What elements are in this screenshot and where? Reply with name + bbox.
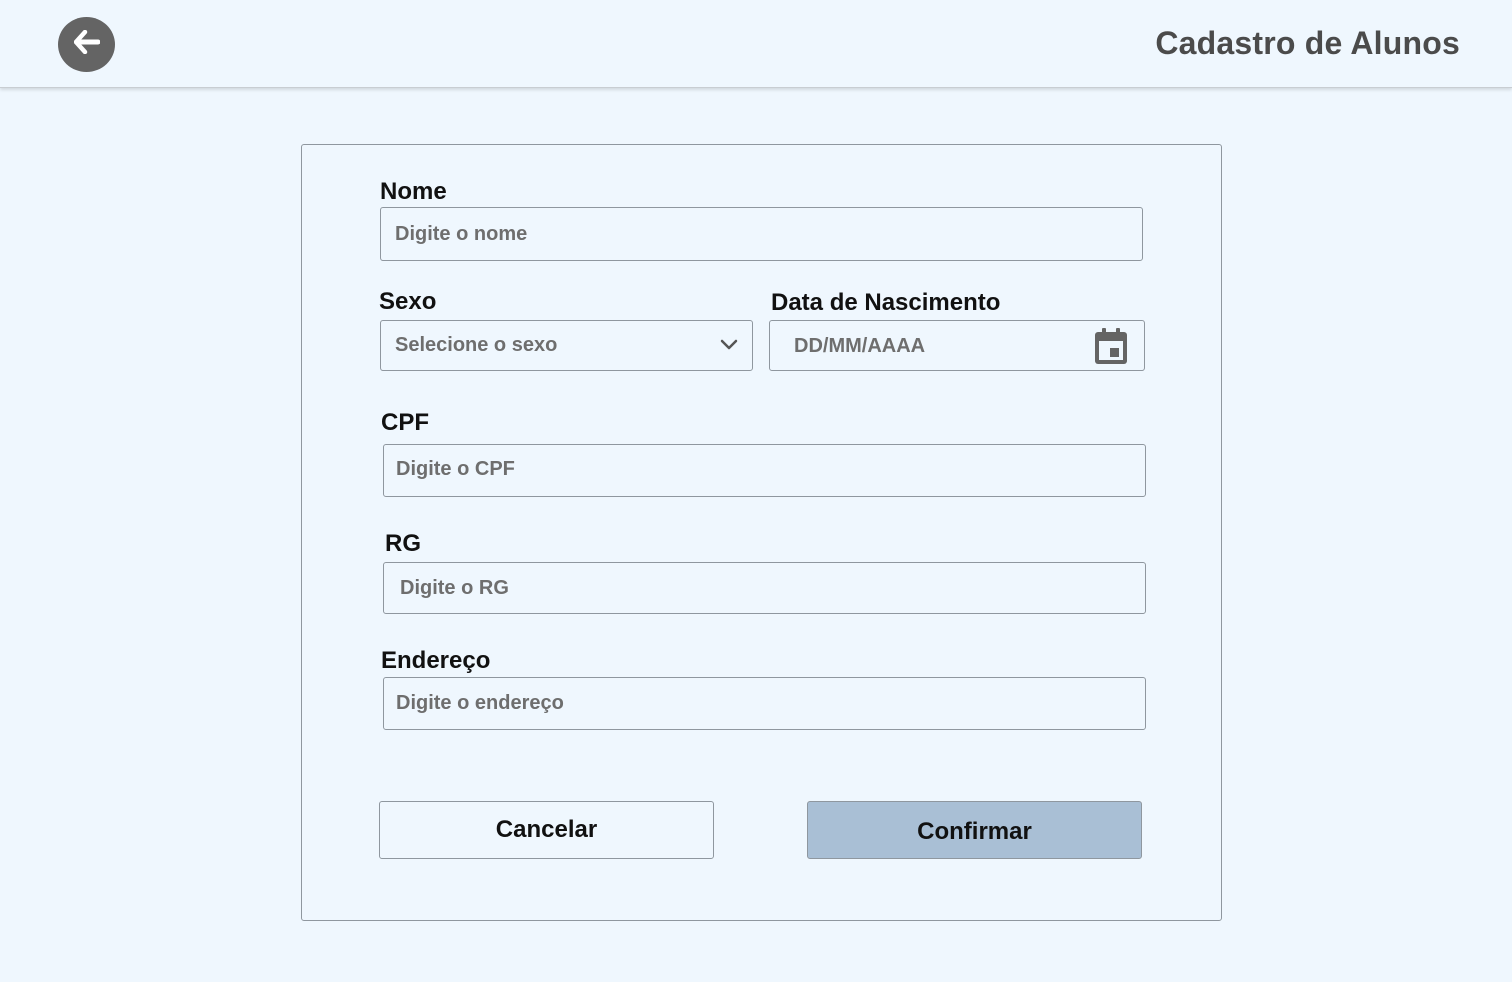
calendar-icon[interactable] xyxy=(1094,327,1128,370)
data-nascimento-label: Data de Nascimento xyxy=(771,289,1001,316)
cancel-button[interactable]: Cancelar xyxy=(379,801,714,859)
cpf-label: CPF xyxy=(381,409,429,436)
cpf-field xyxy=(383,444,1146,497)
app-header: Cadastro de Alunos xyxy=(0,0,1512,88)
sexo-select[interactable]: Selecione o sexo xyxy=(380,320,753,371)
rg-label: RG xyxy=(385,530,421,557)
data-nascimento-input[interactable] xyxy=(770,321,1144,370)
chevron-down-icon xyxy=(720,338,738,356)
data-nascimento-field xyxy=(769,320,1145,371)
sexo-select-value: Selecione o sexo xyxy=(395,334,558,356)
nome-field xyxy=(380,207,1143,261)
sexo-label: Sexo xyxy=(379,288,437,315)
confirm-button[interactable]: Confirmar xyxy=(807,801,1142,859)
rg-input[interactable] xyxy=(384,563,1145,613)
back-button[interactable] xyxy=(58,17,115,72)
endereco-field xyxy=(383,677,1146,730)
nome-label: Nome xyxy=(380,178,447,205)
arrow-left-icon xyxy=(73,29,100,59)
rg-field xyxy=(383,562,1146,614)
page-title: Cadastro de Alunos xyxy=(1155,25,1460,61)
cpf-input[interactable] xyxy=(384,445,1145,496)
nome-input[interactable] xyxy=(381,208,1142,260)
endereco-input[interactable] xyxy=(384,678,1145,729)
endereco-label: Endereço xyxy=(381,647,491,674)
